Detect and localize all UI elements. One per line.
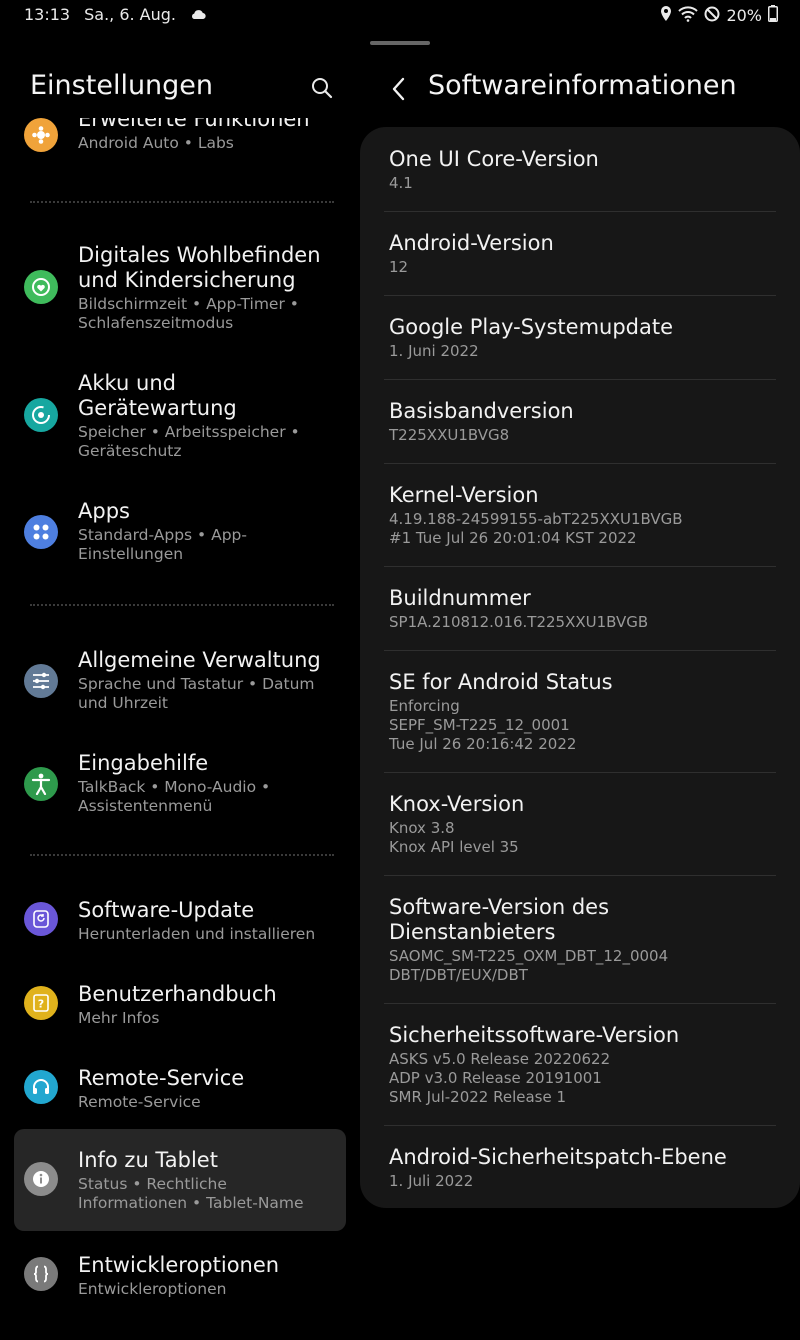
status-time: 13:13 (24, 5, 71, 24)
row-value: ASKS v5.0 Release 20220622 ADP v3.0 Rele… (389, 1050, 611, 1106)
row-value: 1. Juli 2022 (389, 1172, 474, 1190)
settings-item-software-update[interactable]: Software-Update Herunterladen und instal… (14, 894, 346, 946)
info-row-build-number[interactable]: Buildnummer SP1A.210812.016.T225XXU1BVGB (384, 566, 776, 651)
status-bar: 13:13 Sa., 6. Aug. 20% (0, 0, 800, 30)
row-value: 4.1 (389, 174, 413, 192)
info-row-se-android-status[interactable]: SE for Android Status Enforcing SEPF_SM-… (384, 650, 776, 773)
row-value: 1. Juni 2022 (389, 342, 479, 360)
row-title: Android-Version (389, 231, 554, 255)
row-title: Kernel-Version (389, 483, 539, 507)
info-row-security-patch-level[interactable]: Android-Sicherheitspatch-Ebene 1. Juli 2… (384, 1125, 776, 1208)
sliders-icon (24, 664, 58, 698)
settings-item-apps[interactable]: Apps Standard-Apps • App-Einstellungen (14, 495, 346, 571)
refresh-circle-icon (24, 398, 58, 432)
item-subtitle: Mehr Infos (78, 1009, 160, 1027)
row-title: Basisbandversion (389, 399, 574, 423)
settings-item-general-management[interactable]: Allgemeine Verwaltung Sprache und Tastat… (14, 644, 346, 720)
row-title: Android-Sicherheitspatch-Ebene (389, 1145, 727, 1169)
software-info-card: One UI Core-Version 4.1 Android-Version … (360, 127, 800, 1208)
item-title: Info zu Tablet (78, 1148, 218, 1172)
divider (30, 201, 334, 203)
info-row-google-play-update[interactable]: Google Play-Systemupdate 1. Juni 2022 (384, 295, 776, 380)
info-row-knox-version[interactable]: Knox-Version Knox 3.8 Knox API level 35 (384, 772, 776, 876)
headset-icon (24, 1070, 58, 1104)
row-value: 4.19.188-24599155-abT225XXU1BVGB #1 Tue … (389, 510, 683, 547)
item-title: Benutzerhandbuch (78, 982, 277, 1006)
item-title: Eingabehilfe (78, 751, 209, 775)
item-title: Akku und Gerätewartung (78, 371, 237, 420)
settings-item-remote-service[interactable]: Remote-Service Remote-Service (14, 1062, 346, 1114)
row-value: Knox 3.8 Knox API level 35 (389, 819, 519, 856)
row-value: 12 (389, 258, 409, 276)
update-icon (24, 902, 58, 936)
star-gear-icon (24, 118, 58, 152)
row-title: One UI Core-Version (389, 147, 599, 171)
item-subtitle: Bildschirmzeit • App-Timer • Schlafensze… (78, 295, 299, 332)
search-icon[interactable] (310, 76, 334, 100)
item-title: Erweiterte Funktionen (78, 118, 310, 131)
item-subtitle: Sprache und Tastatur • Datum und Uhrzeit (78, 675, 315, 712)
info-row-security-software-version[interactable]: Sicherheitssoftware-Version ASKS v5.0 Re… (384, 1003, 776, 1126)
item-subtitle: Android Auto • Labs (78, 134, 234, 152)
divider (30, 854, 334, 856)
settings-item-user-manual[interactable]: ? Benutzerhandbuch Mehr Infos (14, 978, 346, 1030)
info-row-baseband-version[interactable]: Basisbandversion T225XXU1BVG8 (384, 379, 776, 464)
row-value: SAOMC_SM-T225_OXM_DBT_12_0004 DBT/DBT/EU… (389, 947, 669, 984)
row-value: T225XXU1BVG8 (389, 426, 510, 444)
row-value: SP1A.210812.016.T225XXU1BVGB (389, 613, 649, 631)
row-title: Knox-Version (389, 792, 525, 816)
do-not-disturb-icon (704, 6, 720, 26)
info-row-android-version[interactable]: Android-Version 12 (384, 211, 776, 296)
back-arrow-icon[interactable] (388, 76, 410, 102)
item-subtitle: TalkBack • Mono-Audio • Assistentenmenü (78, 778, 271, 815)
row-title: SE for Android Status (389, 670, 613, 694)
item-subtitle: Speicher • Arbeitsspeicher • Geräteschut… (78, 423, 300, 460)
row-title: Software-Version des Dienstanbieters (389, 895, 610, 944)
apps-grid-icon (24, 515, 58, 549)
settings-item-battery-care[interactable]: Akku und Gerätewartung Speicher • Arbeit… (14, 366, 346, 466)
info-icon (24, 1162, 58, 1196)
item-subtitle: Herunterladen und installieren (78, 925, 316, 943)
settings-item-about-tablet[interactable]: Info zu Tablet Status • Rechtliche Infor… (14, 1129, 346, 1231)
braces-icon (24, 1257, 58, 1291)
item-title: Entwickleroptionen (78, 1253, 280, 1277)
settings-list[interactable]: Erweiterte Funktionen Android Auto • Lab… (0, 118, 360, 1340)
item-subtitle: Status • Rechtliche Informationen • Tabl… (78, 1175, 304, 1212)
item-subtitle: Entwickleroptionen (78, 1280, 227, 1298)
item-title: Remote-Service (78, 1066, 245, 1090)
row-title: Sicherheitssoftware-Version (389, 1023, 680, 1047)
divider (30, 604, 334, 606)
item-subtitle: Standard-Apps • App-Einstellungen (78, 526, 247, 563)
info-row-one-ui-version[interactable]: One UI Core-Version 4.1 (384, 127, 776, 212)
accessibility-icon (24, 767, 58, 801)
item-subtitle: Remote-Service (78, 1093, 201, 1111)
row-title: Google Play-Systemupdate (389, 315, 674, 339)
settings-item-developer-options[interactable]: Entwickleroptionen Entwickleroptionen (14, 1249, 346, 1301)
battery-percent: 20% (726, 6, 762, 25)
info-row-kernel-version[interactable]: Kernel-Version 4.19.188-24599155-abT225X… (384, 463, 776, 567)
item-title: Software-Update (78, 898, 255, 922)
settings-item-digital-wellbeing[interactable]: Digitales Wohlbefinden und Kindersicheru… (14, 238, 346, 338)
item-title: Allgemeine Verwaltung (78, 648, 321, 672)
settings-item-accessibility[interactable]: Eingabehilfe TalkBack • Mono-Audio • Ass… (14, 747, 346, 823)
location-icon (660, 5, 672, 26)
heart-icon (24, 270, 58, 304)
settings-item-advanced-features[interactable]: Erweiterte Funktionen Android Auto • Lab… (14, 118, 346, 178)
item-title: Digitales Wohlbefinden und Kindersicheru… (78, 243, 321, 292)
split-drag-handle[interactable] (370, 41, 430, 45)
item-title: Apps (78, 499, 130, 523)
settings-title: Einstellungen (30, 70, 214, 101)
manual-icon: ? (24, 986, 58, 1020)
cloud-icon (190, 5, 206, 24)
page-title: Softwareinformationen (428, 70, 737, 101)
info-row-provider-software-version[interactable]: Software-Version des Dienstanbieters SAO… (384, 875, 776, 1004)
wifi-icon (678, 5, 699, 26)
status-date: Sa., 6. Aug. (84, 5, 177, 24)
svg-text:?: ? (38, 998, 44, 1011)
battery-icon (768, 5, 778, 26)
row-value: Enforcing SEPF_SM-T225_12_0001 Tue Jul 2… (389, 697, 577, 753)
row-title: Buildnummer (389, 586, 531, 610)
